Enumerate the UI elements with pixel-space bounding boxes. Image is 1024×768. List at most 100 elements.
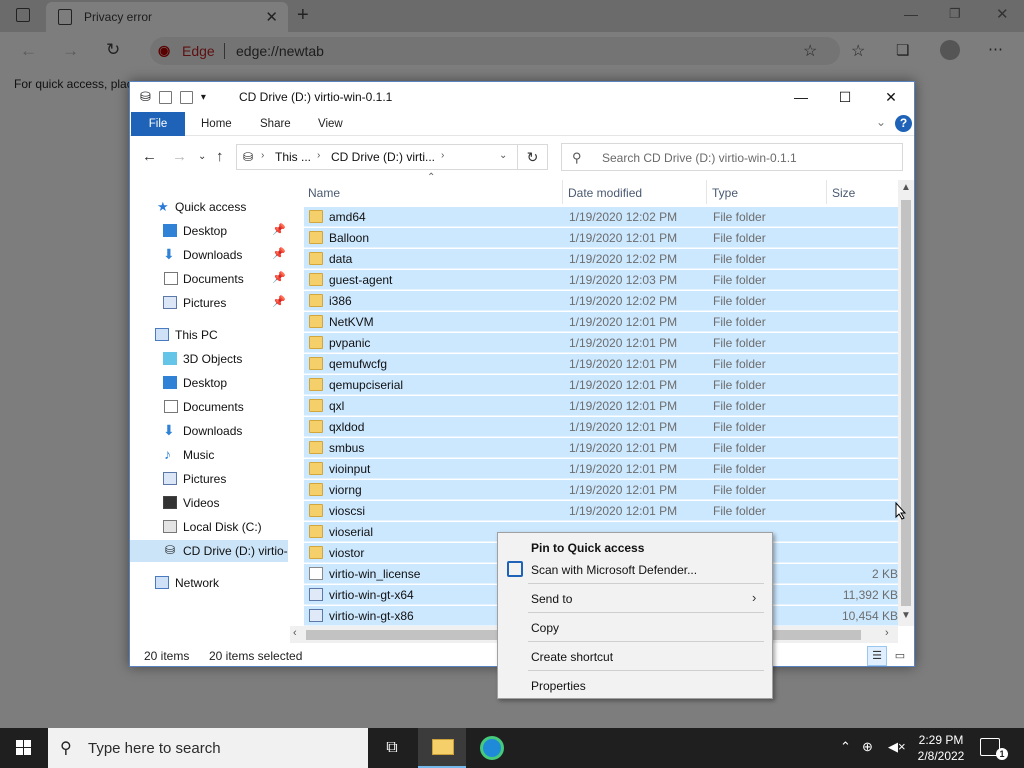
table-row[interactable]: vioscsi 1/19/2020 12:01 PM File folder	[304, 501, 898, 521]
refresh-button[interactable]: ↻	[518, 144, 548, 170]
tab-actions-icon[interactable]	[16, 8, 30, 22]
scroll-down-icon[interactable]: ▼	[901, 610, 911, 621]
tab-share[interactable]: Share	[260, 112, 291, 136]
scroll-right-icon[interactable]: ›	[885, 627, 889, 639]
menu-pin-to-quick-access[interactable]: Pin to Quick access	[498, 536, 772, 558]
scroll-thumb[interactable]	[901, 200, 911, 606]
nav-qa-downloads[interactable]: ⬇ Downloads 📌	[130, 244, 288, 266]
recent-locations-icon[interactable]: ⌄	[198, 151, 206, 162]
close-tab-icon[interactable]: ✕	[265, 8, 278, 26]
customize-qat-icon[interactable]: ▾	[201, 92, 206, 103]
new-folder-qat-icon[interactable]	[179, 90, 193, 104]
table-row[interactable]: NetKVM 1/19/2020 12:01 PM File folder	[304, 312, 898, 332]
breadcrumb-this-pc[interactable]: This ...	[275, 150, 311, 164]
back-icon[interactable]: ←	[20, 41, 37, 61]
vertical-scrollbar[interactable]: ▲ ▼	[898, 180, 914, 626]
chevron-up-icon[interactable]: ⌃	[840, 739, 851, 768]
address-bar[interactable]: ◉ Edge edge://newtab	[150, 37, 840, 65]
breadcrumb[interactable]: ⛁ › This ... › CD Drive (D:) virti... › …	[236, 144, 518, 170]
menu-copy[interactable]: Copy	[498, 616, 772, 638]
refresh-icon[interactable]: ↻	[106, 40, 120, 60]
profile-avatar[interactable]	[940, 40, 960, 60]
url-text[interactable]: edge://newtab	[236, 43, 324, 59]
table-row[interactable]: smbus 1/19/2020 12:01 PM File folder	[304, 438, 898, 458]
forward-button[interactable]: →	[172, 148, 187, 165]
network-globe-icon[interactable]: ⊕	[862, 739, 873, 768]
nav-network[interactable]: Network	[130, 572, 288, 594]
table-row[interactable]: data 1/19/2020 12:02 PM File folder	[304, 249, 898, 269]
edge-taskbar-button[interactable]	[467, 728, 515, 768]
forward-icon[interactable]: →	[62, 41, 79, 61]
minimize-button[interactable]: —	[778, 82, 824, 112]
tab-view[interactable]: View	[318, 112, 343, 136]
nav-quick-access[interactable]: ★ Quick access	[130, 196, 288, 218]
task-view-icon[interactable]: ⧉	[368, 728, 416, 768]
menu-properties[interactable]: Properties	[498, 674, 772, 696]
minimize-icon[interactable]: —	[904, 6, 918, 22]
nav-qa-pictures[interactable]: Pictures 📌	[130, 292, 288, 314]
scroll-left-icon[interactable]: ‹	[293, 627, 297, 639]
table-row[interactable]: Balloon 1/19/2020 12:01 PM File folder	[304, 228, 898, 248]
large-icons-view-icon[interactable]: ▭	[890, 646, 910, 666]
new-tab-icon[interactable]: +	[297, 4, 309, 27]
nav-videos[interactable]: Videos	[130, 492, 288, 514]
browser-tab[interactable]: Privacy error ✕	[46, 2, 288, 32]
expand-ribbon-icon[interactable]: ⌄	[876, 115, 886, 129]
nav-qa-desktop[interactable]: Desktop 📌	[130, 220, 288, 242]
column-divider[interactable]	[706, 180, 707, 204]
table-row[interactable]: qemufwcfg 1/19/2020 12:01 PM File folder	[304, 354, 898, 374]
add-favorite-icon[interactable]: ☆	[803, 41, 817, 61]
file-explorer-taskbar-button[interactable]	[418, 728, 466, 768]
tab-file[interactable]: File	[131, 112, 185, 136]
taskbar-search-box[interactable]: ⚲ Type here to search	[48, 728, 368, 768]
nav-documents[interactable]: Documents	[130, 396, 288, 418]
favorites-icon[interactable]: ☆	[851, 41, 865, 61]
help-icon[interactable]: ?	[895, 115, 912, 132]
column-date-modified[interactable]: Date modified	[568, 186, 642, 206]
up-button[interactable]: ↑	[216, 148, 224, 165]
nav-desktop[interactable]: Desktop	[130, 372, 288, 394]
tab-home[interactable]: Home	[201, 112, 232, 136]
start-button[interactable]	[0, 728, 48, 768]
nav-qa-documents[interactable]: Documents 📌	[130, 268, 288, 290]
table-row[interactable]: qemupciserial 1/19/2020 12:01 PM File fold…	[304, 375, 898, 395]
volume-muted-icon[interactable]: ◀×	[888, 739, 906, 768]
column-type[interactable]: Type	[712, 186, 738, 206]
table-row[interactable]: pvpanic 1/19/2020 12:01 PM File folder	[304, 333, 898, 353]
close-window-icon[interactable]: ✕	[996, 5, 1009, 23]
table-row[interactable]: i386 1/19/2020 12:02 PM File folder	[304, 291, 898, 311]
scroll-up-icon[interactable]: ▲	[901, 182, 911, 193]
nav-3d-objects[interactable]: 3D Objects	[130, 348, 288, 370]
menu-create-shortcut[interactable]: Create shortcut	[498, 645, 772, 667]
search-input[interactable]: ⚲ Search CD Drive (D:) virtio-win-0.1.1	[561, 143, 903, 171]
clock[interactable]: 2:29 PM 2/8/2022	[914, 732, 968, 764]
details-view-icon[interactable]: ☰	[867, 646, 887, 666]
nav-this-pc[interactable]: This PC	[130, 324, 288, 346]
table-row[interactable]: amd64 1/19/2020 12:02 PM File folder	[304, 207, 898, 227]
table-row[interactable]: qxl 1/19/2020 12:01 PM File folder	[304, 396, 898, 416]
chevron-down-icon[interactable]: ⌄	[499, 150, 507, 161]
nav-downloads[interactable]: ⬇ Downloads	[130, 420, 288, 442]
table-row[interactable]: guest-agent 1/19/2020 12:03 PM File folder	[304, 270, 898, 290]
nav-music[interactable]: ♪ Music	[130, 444, 288, 466]
menu-scan-defender[interactable]: Scan with Microsoft Defender...	[498, 558, 772, 580]
more-options-icon[interactable]: ⋯	[988, 40, 1003, 58]
back-button[interactable]: ←	[142, 148, 157, 165]
collections-icon[interactable]: ❏	[896, 41, 909, 59]
nav-cd-drive[interactable]: ⛁ CD Drive (D:) virtio-	[130, 540, 288, 562]
nav-pictures[interactable]: Pictures	[130, 468, 288, 490]
table-row[interactable]: qxldod 1/19/2020 12:01 PM File folder	[304, 417, 898, 437]
maximize-button[interactable]: ☐	[822, 82, 868, 112]
breadcrumb-cd-drive[interactable]: CD Drive (D:) virti...	[331, 150, 435, 164]
nav-local-disk[interactable]: Local Disk (C:)	[130, 516, 288, 538]
column-size[interactable]: Size	[832, 186, 855, 206]
column-divider[interactable]	[826, 180, 827, 204]
column-divider[interactable]	[562, 180, 563, 204]
column-name[interactable]: Name	[308, 186, 340, 206]
properties-qat-icon[interactable]	[158, 90, 172, 104]
table-row[interactable]: viorng 1/19/2020 12:01 PM File folder	[304, 480, 898, 500]
close-button[interactable]: ✕	[868, 82, 914, 112]
menu-send-to[interactable]: Send to ›	[498, 587, 772, 609]
table-row[interactable]: vioinput 1/19/2020 12:01 PM File folder	[304, 459, 898, 479]
restore-icon[interactable]: ❐	[949, 6, 961, 22]
